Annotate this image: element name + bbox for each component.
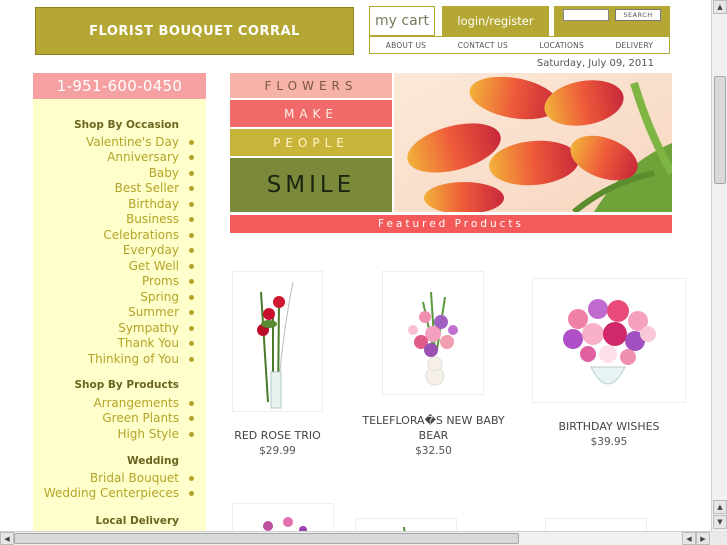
sidebar-item-summer[interactable]: Summer (128, 305, 179, 319)
sidebar-item-high-style[interactable]: High Style (117, 427, 179, 441)
current-date: Saturday, July 09, 2011 (536, 58, 654, 69)
scroll-left-icon[interactable]: ◀ (0, 532, 14, 545)
search-button[interactable]: SEARCH (615, 9, 661, 21)
sidebar-item-arrangements[interactable]: Arrangements (94, 396, 179, 410)
category-sidebar: Shop By Occasion Valentine's Day Anniver… (33, 99, 206, 531)
sidebar-item-thinking-of-you[interactable]: Thinking of You (88, 352, 179, 366)
nav-locations[interactable]: LOCATIONS (539, 41, 583, 50)
product-name-new-baby-bear[interactable]: TELEFLORA�S NEW BABY BEAR (356, 413, 511, 443)
nav-delivery[interactable]: DELIVERY (616, 41, 654, 50)
bullet-icon (189, 326, 194, 331)
tulips-photo (394, 73, 672, 212)
promo-banner: FLOWERS MAKE PEOPLE SMILE (230, 73, 672, 212)
bullet-icon (189, 491, 194, 496)
vertical-scroll-thumb[interactable] (714, 76, 726, 184)
page-viewport: FLORIST BOUQUET CORRAL my cart login/reg… (0, 0, 711, 531)
red-rose-trio-picture (233, 272, 322, 411)
banner-word-smile: SMILE (230, 158, 392, 212)
banner-word-make: MAKE (230, 100, 392, 127)
scroll-up-icon[interactable]: ▲ (713, 0, 727, 14)
bullet-icon (189, 140, 194, 145)
product-price-red-rose-trio: $29.99 (259, 445, 296, 457)
bullet-icon (189, 476, 194, 481)
bullet-icon (189, 357, 194, 362)
sidebar-item-green-plants[interactable]: Green Plants (102, 411, 179, 425)
row2-picture-1 (233, 504, 333, 531)
bullet-icon (189, 233, 194, 238)
product-image-row2-3[interactable] (545, 518, 647, 531)
sidebar-item-proms[interactable]: Proms (142, 274, 179, 288)
sidebar-item-wedding-centerpieces[interactable]: Wedding Centerpieces (44, 486, 179, 500)
sidebar-item-spring[interactable]: Spring (140, 290, 179, 304)
featured-products-heading: Featured Products (230, 215, 672, 233)
sidebar-item-valentines-day[interactable]: Valentine's Day (86, 135, 179, 149)
section-heading-wedding: Wedding (127, 455, 179, 467)
sidebar-item-best-seller[interactable]: Best Seller (115, 181, 179, 195)
scrollbar-corner (711, 531, 727, 545)
bullet-icon (189, 310, 194, 315)
my-cart-button[interactable]: my cart (369, 6, 435, 36)
bullet-icon (189, 171, 194, 176)
section-heading-occasion: Shop By Occasion (74, 119, 179, 131)
sidebar-item-business[interactable]: Business (126, 212, 179, 226)
login-register-button[interactable]: login/register (442, 6, 549, 36)
sidebar-item-celebrations[interactable]: Celebrations (103, 228, 179, 242)
product-image-birthday-wishes[interactable] (532, 278, 686, 403)
product-image-red-rose-trio[interactable] (232, 271, 323, 412)
birthday-wishes-picture (533, 279, 685, 402)
banner-word-people: PEOPLE (230, 129, 392, 156)
login-register-label: login/register (457, 14, 534, 28)
my-cart-label: my cart (375, 13, 429, 29)
product-image-row2-2[interactable] (355, 518, 457, 531)
bullet-icon (189, 186, 194, 191)
scroll-up-icon[interactable]: ▲ (713, 500, 727, 514)
search-input[interactable] (563, 9, 609, 21)
sidebar-item-baby[interactable]: Baby (149, 166, 179, 180)
site-brand-text: FLORIST BOUQUET CORRAL (89, 23, 300, 39)
sidebar-item-bridal-bouquet[interactable]: Bridal Bouquet (90, 471, 179, 485)
search-box: SEARCH (554, 6, 670, 36)
bullet-icon (189, 202, 194, 207)
sidebar-item-thank-you[interactable]: Thank You (118, 336, 179, 350)
bullet-icon (189, 416, 194, 421)
product-price-birthday-wishes: $39.95 (590, 436, 628, 448)
product-name-red-rose-trio[interactable]: RED ROSE TRIO (220, 429, 335, 442)
bullet-icon (189, 248, 194, 253)
bullet-icon (189, 155, 194, 160)
site-brand-banner[interactable]: FLORIST BOUQUET CORRAL (35, 7, 354, 55)
product-image-row2-1[interactable] (232, 503, 334, 531)
product-image-new-baby-bear[interactable] (382, 271, 484, 395)
banner-word-flowers: FLOWERS (230, 73, 392, 98)
row2-picture-2 (356, 519, 456, 531)
bullet-icon (189, 432, 194, 437)
sidebar-item-birthday[interactable]: Birthday (128, 197, 179, 211)
top-navigation: ABOUT US CONTACT US LOCATIONS DELIVERY (369, 36, 670, 54)
phone-number: 1-951-600-0450 (33, 73, 206, 99)
sidebar-item-get-well[interactable]: Get Well (129, 259, 179, 273)
product-price-new-baby-bear: $32.50 (415, 445, 452, 457)
scroll-right-icon[interactable]: ▶ (696, 532, 710, 545)
scroll-down-icon[interactable]: ▼ (713, 515, 727, 529)
sidebar-item-anniversary[interactable]: Anniversary (107, 150, 179, 164)
horizontal-scrollbar[interactable]: ◀ ◀ ▶ (0, 531, 711, 545)
horizontal-scroll-thumb[interactable] (14, 533, 519, 544)
bullet-icon (189, 341, 194, 346)
bullet-icon (189, 401, 194, 406)
vertical-scrollbar[interactable]: ▲ ▲ ▼ (711, 0, 727, 531)
section-heading-local-delivery: Local Delivery (95, 515, 180, 527)
scroll-left-icon[interactable]: ◀ (682, 532, 696, 545)
nav-contact-us[interactable]: CONTACT US (458, 41, 508, 50)
sidebar-item-everyday[interactable]: Everyday (123, 243, 179, 257)
product-name-birthday-wishes[interactable]: BIRTHDAY WISHES (532, 420, 686, 433)
bullet-icon (189, 217, 194, 222)
bullet-icon (189, 295, 194, 300)
nav-about-us[interactable]: ABOUT US (386, 41, 426, 50)
bullet-icon (189, 264, 194, 269)
bullet-icon (189, 279, 194, 284)
section-heading-products: Shop By Products (74, 379, 180, 391)
sidebar-item-sympathy[interactable]: Sympathy (118, 321, 179, 335)
new-baby-bear-picture (383, 272, 483, 394)
